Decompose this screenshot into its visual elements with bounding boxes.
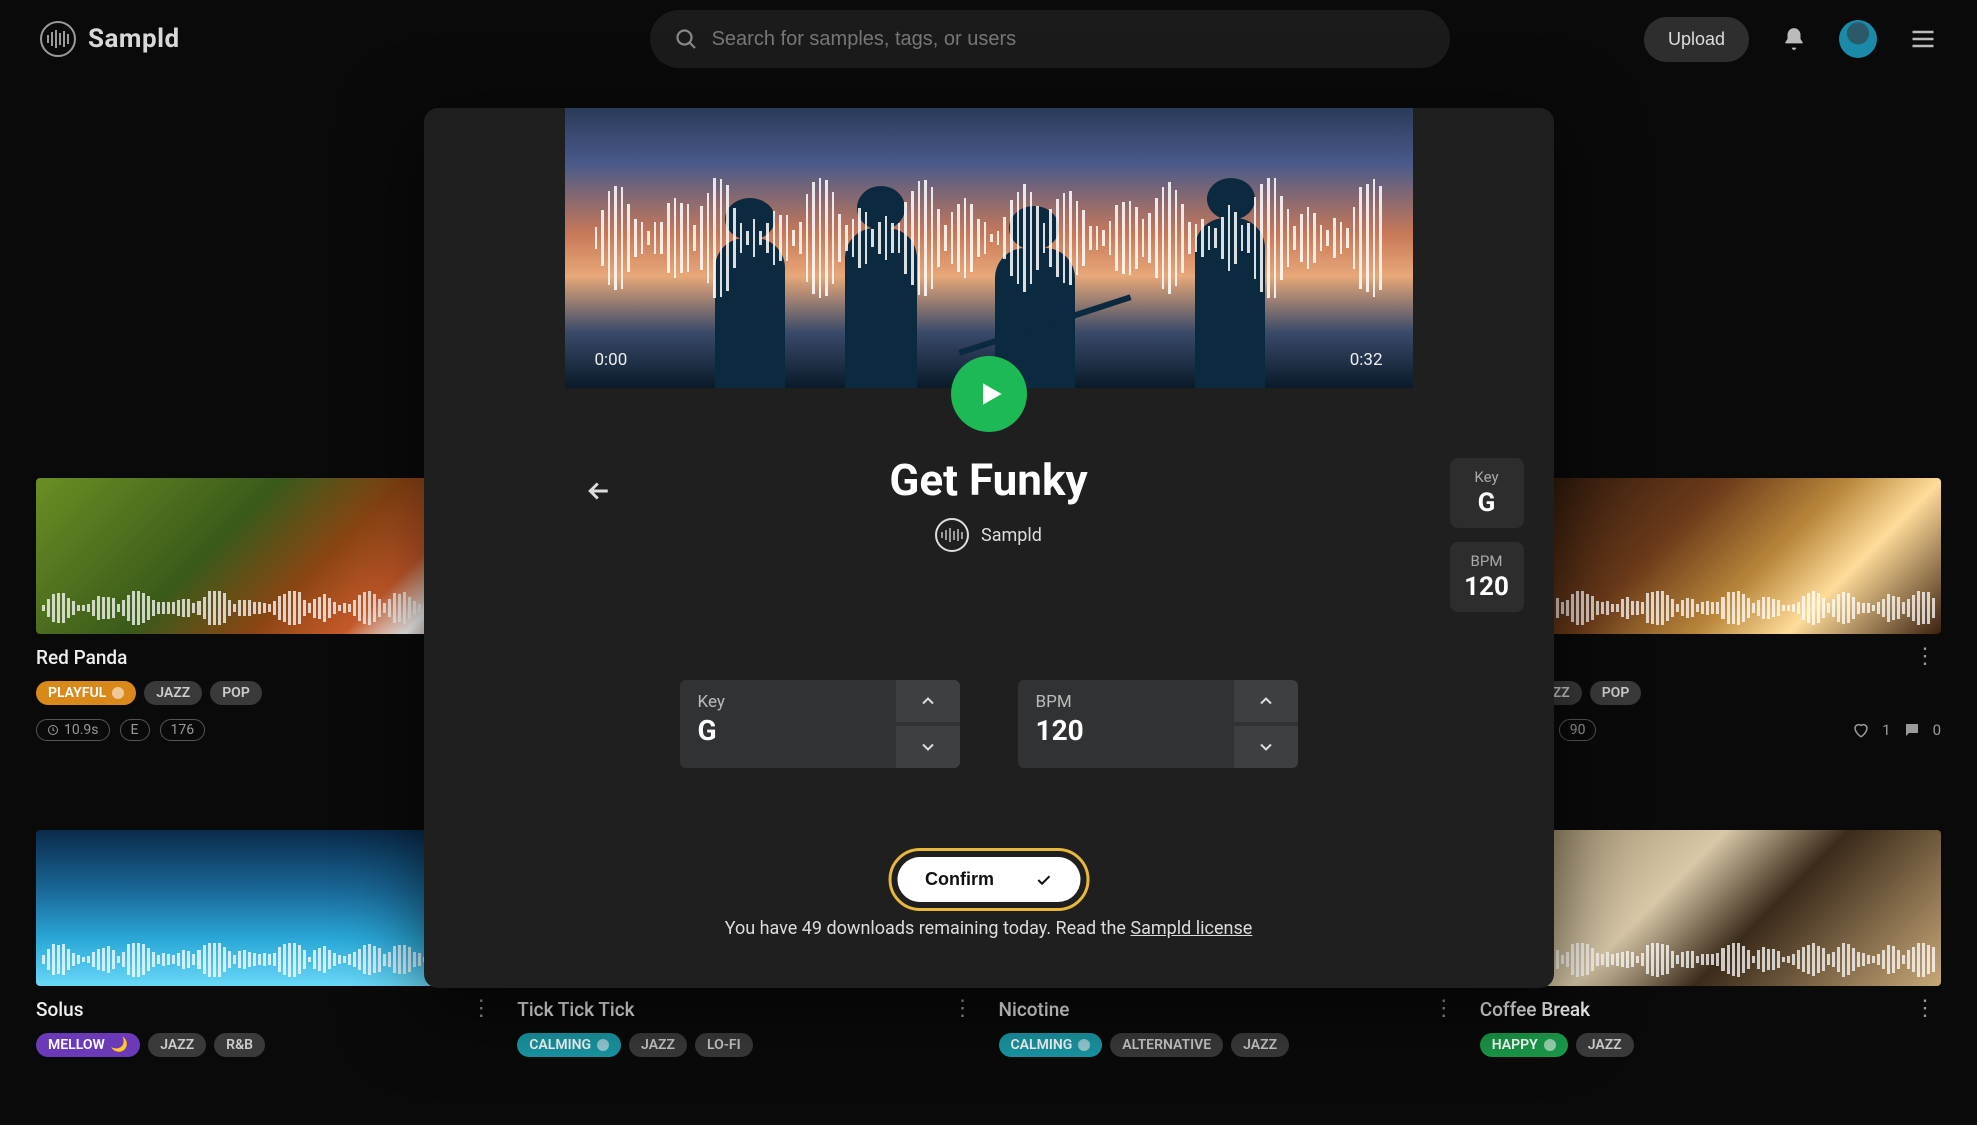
card-title: Solus [36, 998, 497, 1021]
genre-tag[interactable]: LO-FI [695, 1033, 753, 1057]
search-input[interactable] [712, 28, 1426, 51]
comment-icon[interactable] [1903, 721, 1921, 739]
bpm-stepper: BPM 120 [1018, 680, 1298, 768]
card-menu-icon[interactable]: ⋮ [1913, 644, 1937, 669]
sample-author[interactable]: Sampld [424, 518, 1554, 552]
header: Sampld Upload [0, 0, 1977, 78]
bpm-up-button[interactable] [1234, 680, 1298, 722]
card-menu-icon[interactable]: ⋮ [1913, 996, 1937, 1021]
genre-tag[interactable]: JAZZ [1231, 1033, 1289, 1057]
info-bpm: BPM 120 [1450, 542, 1524, 612]
comment-count: 0 [1933, 721, 1941, 739]
notifications-icon[interactable] [1781, 26, 1807, 52]
bpm-stepper-label: BPM [1036, 692, 1216, 712]
mood-tag[interactable]: HAPPY [1480, 1033, 1568, 1057]
card-menu-icon[interactable]: ⋮ [1432, 996, 1456, 1021]
genre-tag[interactable]: JAZZ [1576, 1033, 1634, 1057]
genre-tag[interactable]: JAZZ [629, 1033, 687, 1057]
logo-icon [40, 21, 76, 57]
card-menu-icon[interactable]: ⋮ [951, 996, 975, 1021]
genre-tag[interactable]: ALTERNATIVE [1110, 1033, 1223, 1057]
downloads-remaining: You have 49 downloads remaining today. R… [424, 918, 1554, 939]
check-icon [1034, 871, 1052, 889]
download-modal: 0:00 0:32 Get Funky Sampld Key G BPM 120… [424, 108, 1554, 988]
mood-tag[interactable]: PLAYFUL [36, 681, 136, 705]
mood-tag[interactable]: CALMING [999, 1033, 1103, 1057]
key-stepper-value: G [698, 714, 878, 747]
card-title: Tick Tick Tick [517, 998, 978, 1021]
like-count: 1 [1882, 721, 1890, 739]
heart-icon[interactable] [1852, 721, 1870, 739]
card-title: Coffee Break [1480, 998, 1941, 1021]
avatar[interactable] [1839, 20, 1877, 58]
key-down-button[interactable] [896, 726, 960, 768]
bpm-stepper-value: 120 [1036, 714, 1216, 747]
duration-pill: 10.9s [36, 719, 110, 741]
time-end: 0:32 [1350, 350, 1383, 370]
search-icon [674, 27, 698, 51]
confirm-button[interactable]: Confirm [897, 857, 1080, 902]
brand-name: Sampld [88, 24, 180, 54]
license-link[interactable]: Sampld license [1130, 918, 1252, 939]
genre-tag[interactable]: POP [1590, 681, 1642, 705]
key-pill: E [120, 719, 150, 741]
time-start: 0:00 [595, 350, 628, 370]
card-title: Nicotine [999, 998, 1460, 1021]
mood-tag[interactable]: CALMING [517, 1033, 621, 1057]
bpm-pill: 176 [160, 719, 206, 741]
confirm-highlight: Confirm [888, 848, 1089, 911]
genre-tag[interactable]: JAZZ [144, 681, 202, 705]
hamburger-icon[interactable] [1909, 25, 1937, 53]
mood-tag[interactable]: MELLOW 🌙 [36, 1033, 140, 1057]
waveform-hero: 0:00 0:32 [565, 108, 1413, 388]
search-bar[interactable] [650, 10, 1450, 68]
bpm-pill: 90 [1559, 719, 1597, 741]
genre-tag[interactable]: R&B [214, 1033, 265, 1057]
sample-title: Get Funky [424, 454, 1554, 506]
bpm-down-button[interactable] [1234, 726, 1298, 768]
upload-button[interactable]: Upload [1644, 17, 1749, 62]
genre-tag[interactable]: JAZZ [148, 1033, 206, 1057]
info-key: Key G [1450, 458, 1524, 528]
key-stepper: Key G [680, 680, 960, 768]
author-name: Sampld [981, 525, 1042, 546]
logo[interactable]: Sampld [40, 21, 180, 57]
card-menu-icon[interactable]: ⋮ [469, 996, 493, 1021]
author-icon [935, 518, 969, 552]
key-up-button[interactable] [896, 680, 960, 722]
key-stepper-label: Key [698, 692, 878, 712]
genre-tag[interactable]: POP [210, 681, 262, 705]
play-button[interactable] [951, 356, 1027, 432]
